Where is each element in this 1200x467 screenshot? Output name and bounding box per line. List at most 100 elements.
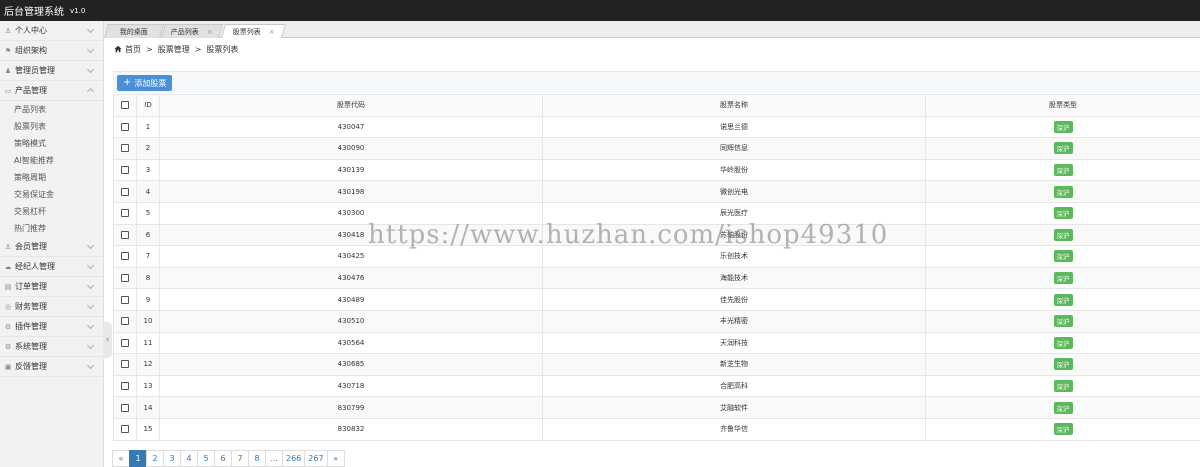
close-icon[interactable]: ×	[207, 28, 213, 36]
row-select-cell	[113, 137, 137, 160]
table-row: 6 430418 苏轴股份 深沪	[113, 223, 1200, 247]
sidebar-collapse-handle[interactable]: ‹	[103, 322, 112, 358]
broker-icon: ☁	[4, 262, 12, 271]
chevron-down-icon	[86, 301, 95, 310]
add-stock-button[interactable]: + 添加股票	[117, 75, 173, 91]
sidebar-item[interactable]: ▤ 订单管理	[0, 277, 103, 297]
cell-id: 14	[136, 396, 160, 419]
page-button[interactable]: 266	[282, 450, 306, 467]
sidebar-item-label: 财务管理	[15, 302, 47, 311]
sidebar-subitem[interactable]: 股票列表	[0, 118, 103, 135]
row-checkbox[interactable]	[121, 295, 129, 304]
type-badge: 深沪	[1053, 272, 1073, 285]
product-icon: ▭	[4, 86, 12, 95]
table-row: 1 430047 诺思兰德 深沪	[113, 115, 1200, 139]
tab[interactable]: 产品列表 ×	[161, 24, 223, 38]
page-button[interactable]: 1	[129, 450, 147, 467]
row-checkbox[interactable]	[121, 360, 129, 369]
row-select-cell	[113, 201, 137, 225]
row-checkbox[interactable]	[121, 338, 129, 347]
page-button[interactable]: 3	[163, 450, 181, 467]
sidebar-item[interactable]: ♙ 个人中心	[0, 21, 103, 41]
page-button[interactable]: 7	[231, 450, 249, 467]
cell-name: 天润科技	[542, 331, 926, 355]
chevron-down-icon	[86, 261, 95, 270]
page-ellipsis: ...	[265, 450, 283, 467]
table-row: 14 830799 艾融软件 深沪	[113, 396, 1200, 419]
row-checkbox[interactable]	[121, 122, 129, 131]
type-badge: 深沪	[1053, 142, 1073, 155]
row-checkbox[interactable]	[121, 187, 129, 196]
page-button[interactable]: 8	[248, 450, 266, 467]
sidebar-subitem[interactable]: 策略模式	[0, 135, 103, 152]
row-checkbox[interactable]	[121, 166, 129, 175]
cell-code: 430718	[159, 374, 543, 398]
sidebar-subitem[interactable]: AI智能推荐	[0, 152, 103, 169]
sidebar-subitem[interactable]: 交易保证金	[0, 186, 103, 203]
sidebar-item[interactable]: ☁ 经纪人管理	[0, 257, 103, 277]
row-checkbox[interactable]	[121, 252, 129, 261]
sidebar-item[interactable]: ♟ 管理员管理	[0, 61, 103, 81]
page-button[interactable]: 5	[197, 450, 215, 467]
breadcrumb-level1[interactable]: 股票管理	[158, 44, 190, 55]
cell-type: 深沪	[925, 309, 1200, 333]
page-button[interactable]: 6	[214, 450, 232, 467]
row-checkbox[interactable]	[121, 425, 129, 434]
cell-type: 深沪	[925, 115, 1200, 139]
table-header-row: ID 股票代码 股票名称 股票类型	[113, 94, 1200, 117]
breadcrumb-home[interactable]: 首页	[125, 44, 141, 55]
cell-id: 9	[136, 288, 160, 311]
row-checkbox[interactable]	[121, 230, 129, 239]
type-badge: 深沪	[1053, 185, 1073, 198]
system-icon: ⚙	[4, 342, 12, 351]
page-button[interactable]: 2	[146, 450, 164, 467]
cell-code: 430489	[159, 288, 543, 311]
sidebar-item[interactable]: ♙ 会员管理	[0, 237, 103, 257]
select-all-checkbox[interactable]	[121, 101, 129, 110]
sidebar-subitem[interactable]: 产品列表	[0, 101, 103, 118]
cell-name: 齐鲁华信	[542, 417, 926, 441]
cell-name: 同辉信息	[542, 137, 926, 160]
sidebar-item[interactable]: ◎ 财务管理	[0, 297, 103, 317]
next-page-button[interactable]: »	[326, 450, 345, 467]
tab[interactable]: 股票列表 ×	[221, 24, 286, 38]
chevron-down-icon	[86, 25, 95, 34]
cell-name: 丰光精密	[542, 309, 926, 333]
row-select-cell	[113, 288, 137, 311]
home-icon	[114, 45, 122, 53]
cell-id: 12	[136, 353, 160, 376]
prev-page-button[interactable]: «	[112, 450, 130, 467]
sidebar-subitem[interactable]: 策略周期	[0, 169, 103, 186]
sidebar-item-label: 会员管理	[15, 242, 47, 251]
table-row: 5 430300 辰光医疗 深沪	[113, 201, 1200, 225]
cell-code: 430418	[159, 223, 543, 247]
row-checkbox[interactable]	[121, 144, 129, 153]
type-badge: 深沪	[1053, 293, 1073, 306]
sidebar-item[interactable]: ⚑ 组织架构	[0, 41, 103, 61]
sidebar-subitem[interactable]: 交易杠杆	[0, 203, 103, 220]
row-checkbox[interactable]	[121, 403, 129, 412]
sidebar-item[interactable]: ⚙ 插件管理	[0, 317, 103, 337]
sidebar-item[interactable]: ▣ 反馈管理	[0, 357, 103, 377]
cell-id: 8	[136, 266, 160, 290]
page-button[interactable]: 267	[304, 450, 328, 467]
cell-type: 深沪	[925, 180, 1200, 203]
cell-code: 830832	[159, 417, 543, 441]
table-row: 13 430718 合肥高科 深沪	[113, 374, 1200, 398]
breadcrumb-level2: 股票列表	[206, 44, 239, 54]
tab[interactable]: 我的桌面	[104, 24, 164, 38]
close-icon[interactable]: ×	[268, 28, 274, 36]
page-button[interactable]: 4	[180, 450, 198, 467]
row-checkbox[interactable]	[121, 274, 129, 283]
sidebar-item-label: 组织架构	[15, 46, 47, 55]
sidebar-subitem[interactable]: 热门推荐	[0, 220, 103, 237]
sidebar-item[interactable]: ⚙ 系统管理	[0, 337, 103, 357]
sidebar-item[interactable]: ▭ 产品管理	[0, 81, 103, 101]
row-select-cell	[113, 245, 137, 268]
row-checkbox[interactable]	[121, 317, 129, 326]
cell-type: 深沪	[925, 331, 1200, 355]
cell-code: 830799	[159, 396, 543, 419]
row-checkbox[interactable]	[121, 209, 129, 218]
cell-code: 430425	[159, 245, 543, 268]
row-checkbox[interactable]	[121, 382, 129, 391]
